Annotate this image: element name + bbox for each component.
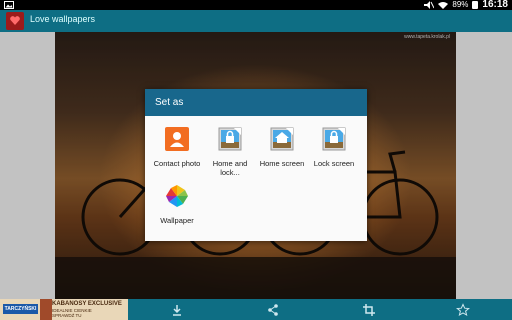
contact-icon (165, 127, 189, 151)
option-wallpaper[interactable]: Wallpaper (151, 184, 203, 225)
status-bar: 89% 16:18 (0, 0, 512, 10)
action-bar: Love wallpapers (0, 10, 512, 32)
home-icon (270, 127, 294, 151)
ad-headline: KABANOSY EXCLUSIVE (52, 301, 122, 307)
option-lock-screen[interactable]: Lock screen (308, 127, 360, 168)
option-home-screen[interactable]: Home screen (256, 127, 308, 168)
mute-icon (424, 1, 435, 9)
ad-cta: SPRAWDŹ TU (52, 313, 82, 318)
ad-banner[interactable]: TARCZYŃSKI KABANOSY EXCLUSIVE IDEALNIE C… (0, 299, 128, 320)
option-contact-photo[interactable]: Contact photo (151, 127, 203, 168)
download-icon[interactable] (170, 303, 184, 317)
wifi-icon (438, 2, 449, 9)
dialog-title: Set as (145, 89, 367, 116)
home-lock-icon (218, 127, 242, 151)
option-label: Lock screen (313, 159, 355, 168)
bottom-bar: TARCZYŃSKI KABANOSY EXCLUSIVE IDEALNIE C… (0, 299, 512, 320)
battery-icon (472, 1, 479, 9)
option-label: Wallpaper (160, 216, 194, 225)
option-label: Home and lock... (212, 159, 248, 177)
clock: 16:18 (482, 0, 508, 10)
ad-image (40, 299, 52, 320)
ad-brand: TARCZYŃSKI (3, 304, 38, 314)
pinwheel-icon (166, 185, 188, 207)
app-title: Love wallpapers (30, 14, 96, 24)
option-home-and-lock[interactable]: Home and lock... (204, 127, 256, 177)
lock-icon (322, 127, 346, 151)
share-icon[interactable] (266, 303, 280, 317)
star-icon[interactable] (456, 303, 470, 317)
crop-icon[interactable] (362, 303, 376, 317)
option-label: Home screen (259, 159, 305, 168)
option-label: Contact photo (153, 159, 201, 168)
battery-percent: 89% (452, 0, 469, 9)
set-as-dialog: Set as Contact photo Home and lock... Ho… (145, 89, 367, 241)
app-logo-icon[interactable] (6, 12, 24, 30)
image-notification-icon (4, 1, 14, 9)
heart-icon (10, 16, 20, 25)
